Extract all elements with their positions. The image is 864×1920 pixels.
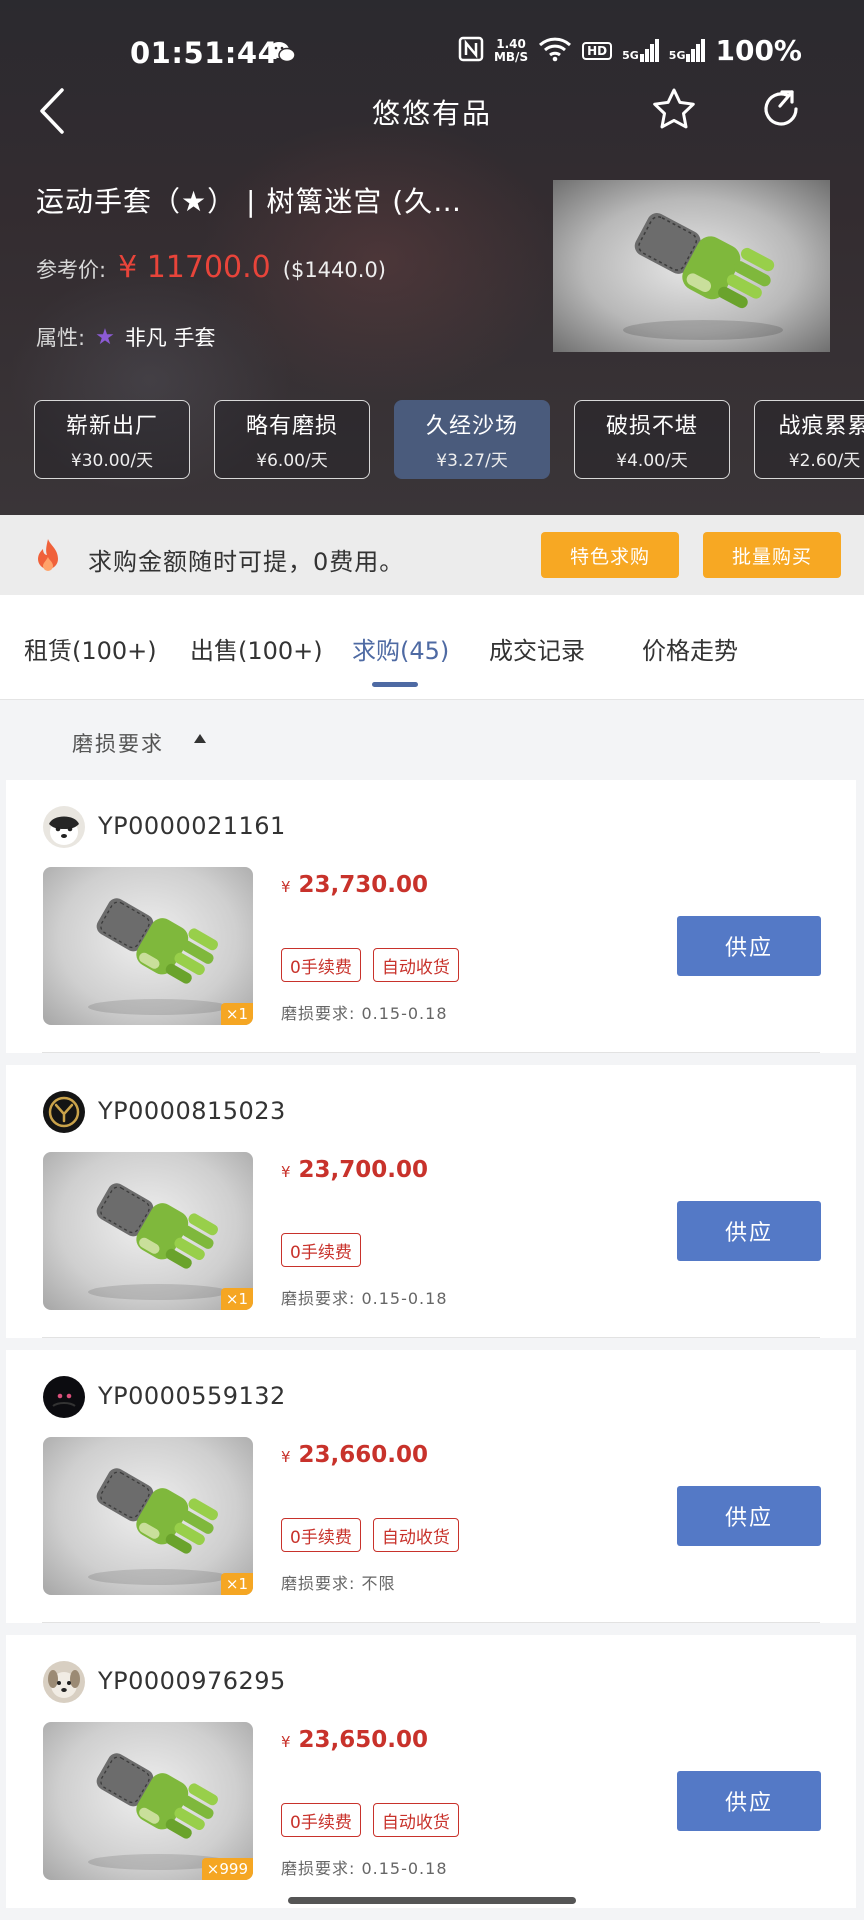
- wear-requirement: 磨损要求: 不限: [281, 1574, 396, 1593]
- tab-rent[interactable]: 租赁(100+): [24, 631, 157, 666]
- nfc-icon: [458, 36, 484, 66]
- status-time: 01:51:44: [130, 36, 279, 70]
- supply-button[interactable]: 供应: [677, 1201, 821, 1261]
- tag-no-fee: 0手续费: [281, 1803, 361, 1837]
- avatar[interactable]: [43, 1091, 85, 1133]
- wear-requirement: 磨损要求: 0.15-0.18: [281, 1859, 448, 1878]
- buyer-name: YP0000559132: [98, 1382, 286, 1410]
- tag-no-fee: 0手续费: [281, 1233, 361, 1267]
- bid-price: ¥23,650.00: [281, 1727, 429, 1753]
- tag-auto-receive: 自动收货: [372, 948, 459, 982]
- list-item: YP0000559132 ×1 ¥23,660.00 0手续费 自动收货 磨损要…: [6, 1350, 856, 1623]
- wifi-icon: [538, 36, 572, 66]
- reference-price-usd: ($1440.0): [282, 258, 386, 282]
- tag-list: 0手续费 自动收货: [281, 1803, 459, 1837]
- quantity-badge: ×1: [220, 1003, 253, 1025]
- wear-option[interactable]: 略有磨损 ¥6.00/天: [214, 400, 370, 479]
- list-item: YP0000815023 ×1 ¥23,700.00 0手续费 磨损要求: 0.…: [6, 1065, 856, 1338]
- item-thumbnail[interactable]: ×1: [43, 1437, 253, 1595]
- glove-image: [88, 1183, 228, 1300]
- wear-requirement: 磨损要求: 0.15-0.18: [281, 1289, 448, 1308]
- glove-image: [88, 1753, 228, 1870]
- home-indicator[interactable]: [288, 1897, 576, 1904]
- tab-transactions[interactable]: 成交记录: [489, 631, 585, 666]
- network-speed: 1.40 MB/S: [493, 36, 529, 64]
- supply-button[interactable]: 供应: [677, 1486, 821, 1546]
- favorite-button[interactable]: [650, 86, 698, 136]
- rarity-star-icon: ★: [95, 324, 115, 350]
- divider: [42, 1052, 820, 1053]
- wear-filter-label: 磨损要求: [72, 732, 164, 756]
- signal-icon: 5G: [622, 39, 659, 62]
- tab-sell[interactable]: 出售(100+): [190, 631, 323, 666]
- battery-level: 100%: [715, 34, 802, 67]
- notice-bar: 求购金额随时可提，0费用。 特色求购 批量购买: [0, 515, 864, 595]
- avatar[interactable]: [43, 1661, 85, 1703]
- buyer-name: YP0000976295: [98, 1667, 286, 1695]
- tab-price-trend[interactable]: 价格走势: [642, 631, 738, 666]
- wear-option-selected[interactable]: 久经沙场 ¥3.27/天: [394, 400, 550, 479]
- wear-requirement: 磨损要求: 0.15-0.18: [281, 1004, 448, 1023]
- divider: [42, 1337, 820, 1338]
- notice-text: 求购金额随时可提，0费用。: [88, 548, 405, 576]
- tag-no-fee: 0手续费: [281, 1518, 361, 1552]
- list-item: YP0000976295 ×999 ¥23,650.00 0手续费 自动收货 磨…: [6, 1635, 856, 1908]
- supply-button[interactable]: 供应: [677, 1771, 821, 1831]
- wear-option[interactable]: 破损不堪 ¥4.00/天: [574, 400, 730, 479]
- glove-image: [623, 213, 783, 340]
- special-buy-button[interactable]: 特色求购: [541, 532, 679, 578]
- status-bar: 01:51:44 1.40 MB/S HD 5G 5G 100%: [0, 28, 864, 78]
- wear-option[interactable]: 崭新出厂 ¥30.00/天: [34, 400, 190, 479]
- tag-list: 0手续费 自动收货: [281, 948, 459, 982]
- item-thumbnail[interactable]: ×1: [43, 1152, 253, 1310]
- avatar[interactable]: [43, 1376, 85, 1418]
- attribute-value: 非凡 手套: [124, 326, 216, 350]
- page-title: 悠悠有品: [371, 97, 492, 130]
- quantity-badge: ×1: [220, 1573, 253, 1595]
- reference-price: 参考价: ¥ 11700.0 ($1440.0): [36, 250, 386, 285]
- buyer-name: YP0000021161: [98, 812, 286, 840]
- tag-no-fee: 0手续费: [281, 948, 361, 982]
- tab-buy-orders[interactable]: 求购(45): [352, 631, 449, 666]
- bid-price: ¥23,660.00: [281, 1442, 429, 1468]
- tag-auto-receive: 自动收货: [372, 1518, 459, 1552]
- wear-options: 崭新出厂 ¥30.00/天 略有磨损 ¥6.00/天 久经沙场 ¥3.27/天 …: [34, 400, 864, 479]
- reference-price-value: ¥ 11700.0: [118, 250, 271, 285]
- buyer-name: YP0000815023: [98, 1097, 286, 1125]
- caret-up-icon: [194, 734, 206, 743]
- wechat-icon: [268, 40, 296, 68]
- list-item: YP0000021161 ×1 ¥23,730.00 0手续费 自动收货 磨损要…: [6, 780, 856, 1053]
- bulk-buy-button[interactable]: 批量购买: [703, 532, 841, 578]
- item-thumbnail[interactable]: ×999: [43, 1722, 253, 1880]
- active-tab-indicator: [372, 682, 418, 687]
- wear-option[interactable]: 战痕累累 ¥2.60/天: [754, 400, 864, 479]
- item-header: 01:51:44 1.40 MB/S HD 5G 5G 100% 悠悠有品 运动…: [0, 0, 864, 515]
- bid-price: ¥23,700.00: [281, 1157, 429, 1183]
- signal-icon: 5G: [669, 39, 706, 62]
- hd-voice-badge: HD: [582, 41, 613, 60]
- tag-auto-receive: 自动收货: [372, 1803, 459, 1837]
- glove-image: [88, 898, 228, 1015]
- glove-image: [88, 1468, 228, 1585]
- item-preview-image[interactable]: [553, 180, 830, 352]
- wear-filter[interactable]: 磨损要求: [0, 700, 864, 780]
- tag-list: 0手续费 自动收货: [281, 1518, 459, 1552]
- fire-icon: [30, 537, 66, 579]
- share-button[interactable]: [758, 86, 804, 136]
- quantity-badge: ×1: [220, 1288, 253, 1310]
- tag-list: 0手续费: [281, 1233, 361, 1267]
- avatar[interactable]: [43, 806, 85, 848]
- item-attributes: 属性: ★ 非凡 手套: [36, 322, 216, 352]
- nav-bar: 悠悠有品: [0, 78, 864, 138]
- item-title: 运动手套（★） | 树篱迷宫 (久…: [36, 185, 463, 218]
- supply-button[interactable]: 供应: [677, 916, 821, 976]
- tab-bar: 租赁(100+) 出售(100+) 求购(45) 成交记录 价格走势: [0, 595, 864, 700]
- divider: [42, 1622, 820, 1623]
- quantity-badge: ×999: [201, 1858, 253, 1880]
- bid-price: ¥23,730.00: [281, 872, 429, 898]
- item-thumbnail[interactable]: ×1: [43, 867, 253, 1025]
